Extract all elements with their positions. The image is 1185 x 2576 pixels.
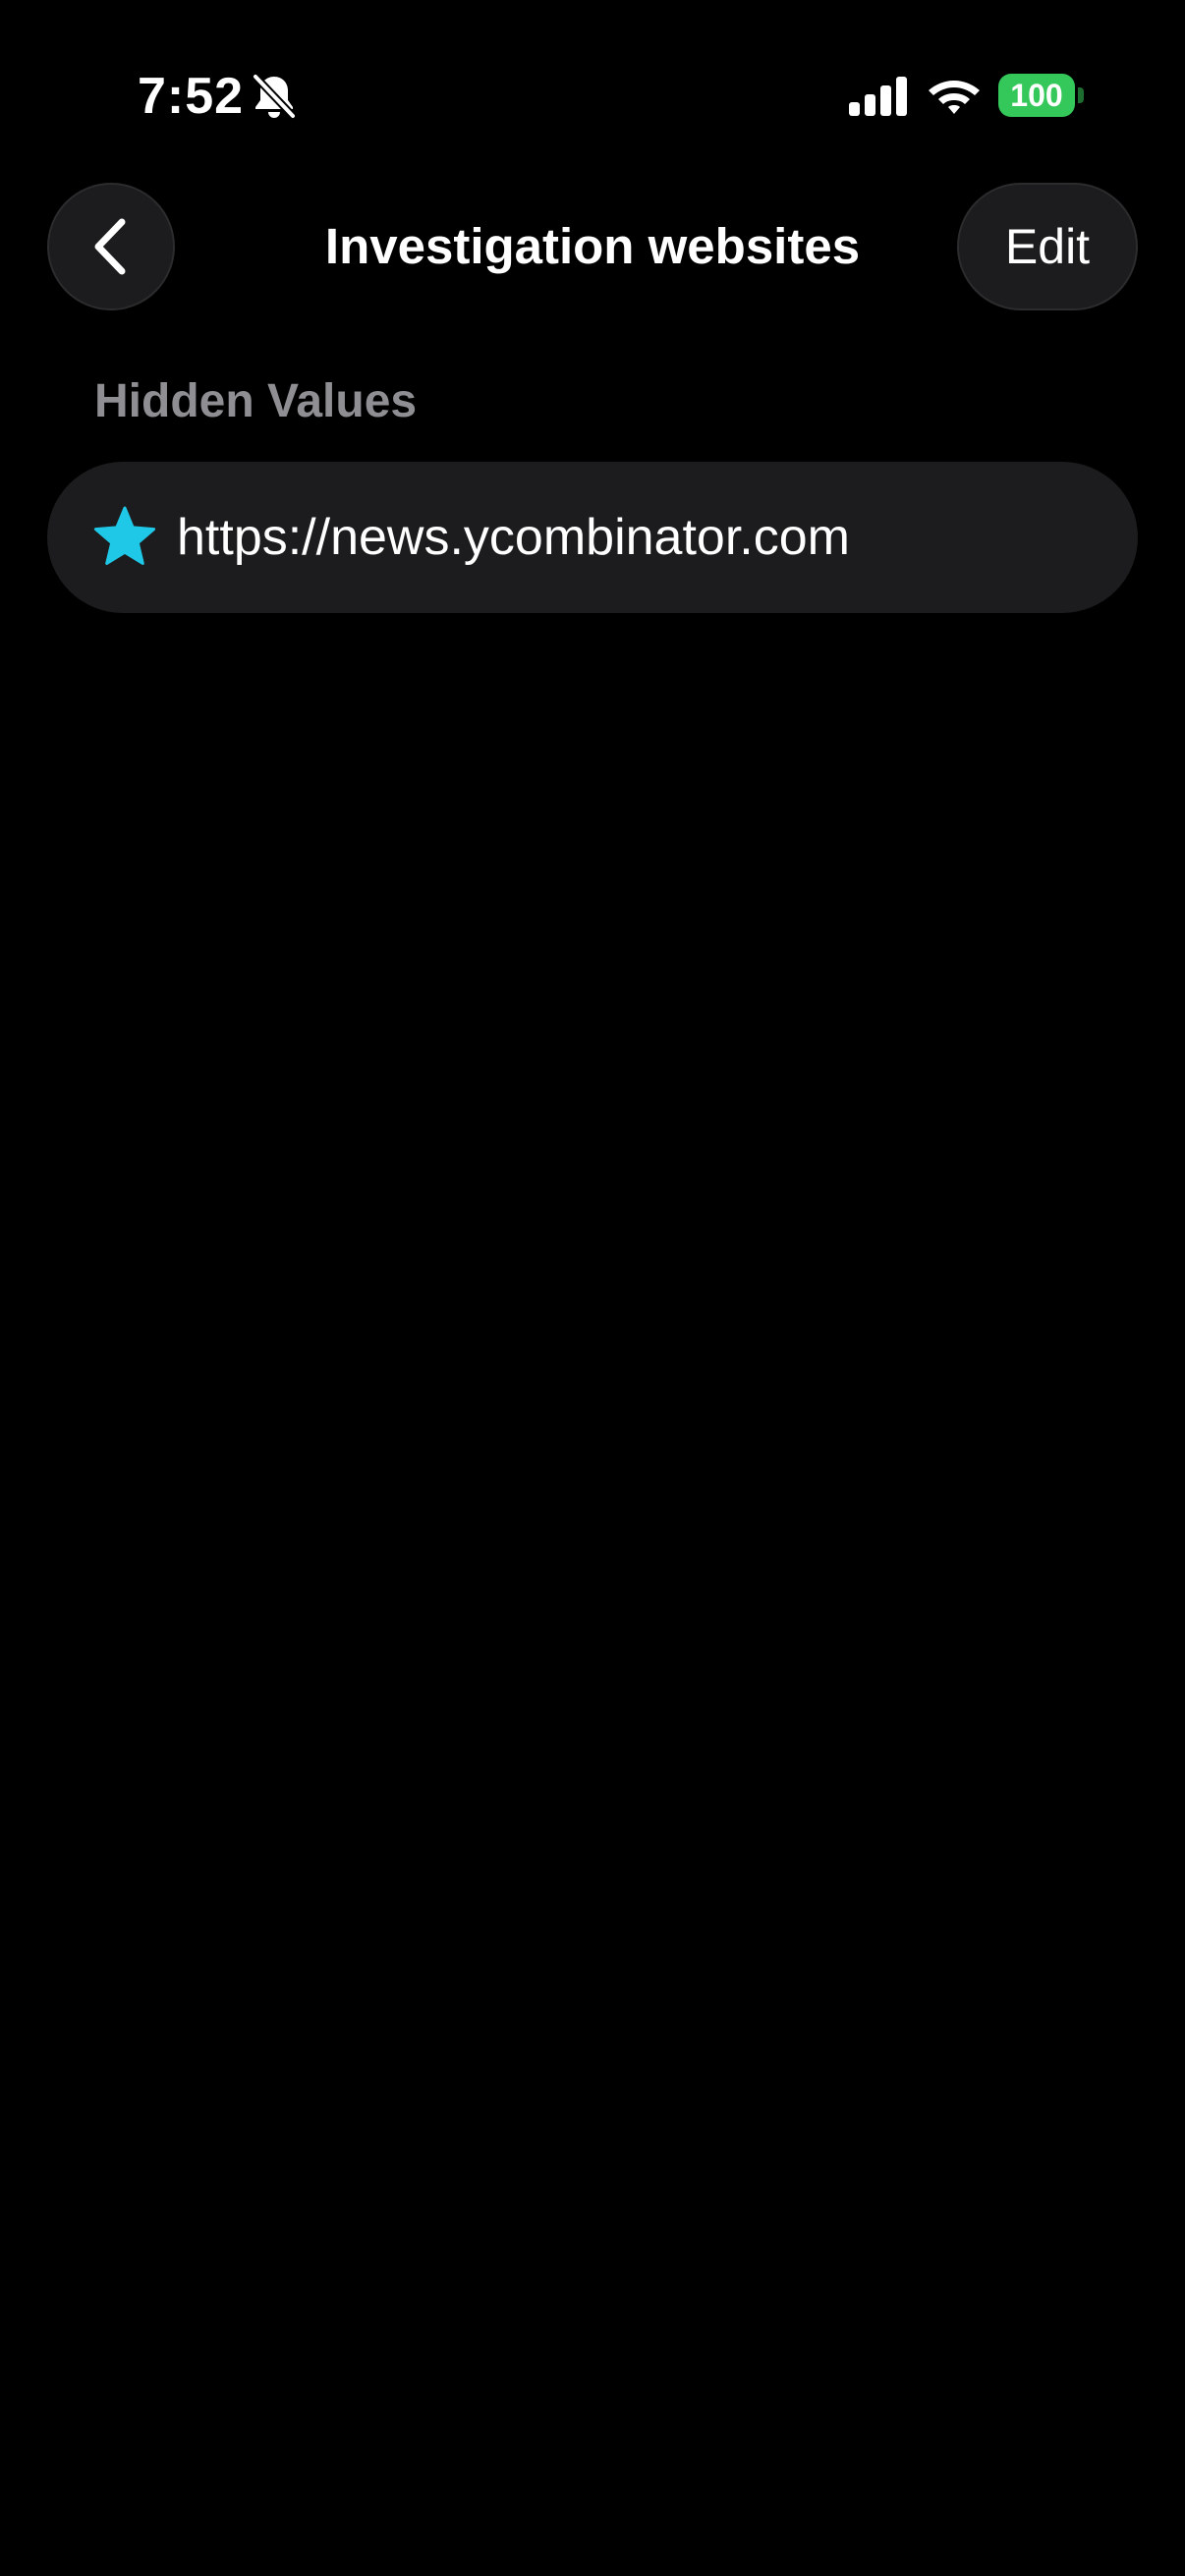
edit-button[interactable]: Edit <box>957 183 1138 310</box>
star-icon <box>93 506 156 565</box>
section-header: Hidden Values <box>94 375 418 427</box>
battery-indicator: 100 <box>998 74 1084 117</box>
back-button[interactable] <box>47 183 175 310</box>
battery-tip <box>1078 87 1084 103</box>
list-item-label: https://news.ycombinator.com <box>177 509 850 566</box>
status-time: 7:52 <box>138 68 245 125</box>
list-item[interactable]: https://news.ycombinator.com <box>47 462 1138 613</box>
status-bar: 7:52 100 <box>0 0 1185 196</box>
chevron-left-icon <box>94 218 126 275</box>
battery-level: 100 <box>1010 78 1063 113</box>
cellular-signal-icon <box>849 77 907 116</box>
bell-slash-icon <box>252 73 297 120</box>
page-title: Investigation websites <box>324 218 861 274</box>
wifi-icon <box>929 81 980 114</box>
